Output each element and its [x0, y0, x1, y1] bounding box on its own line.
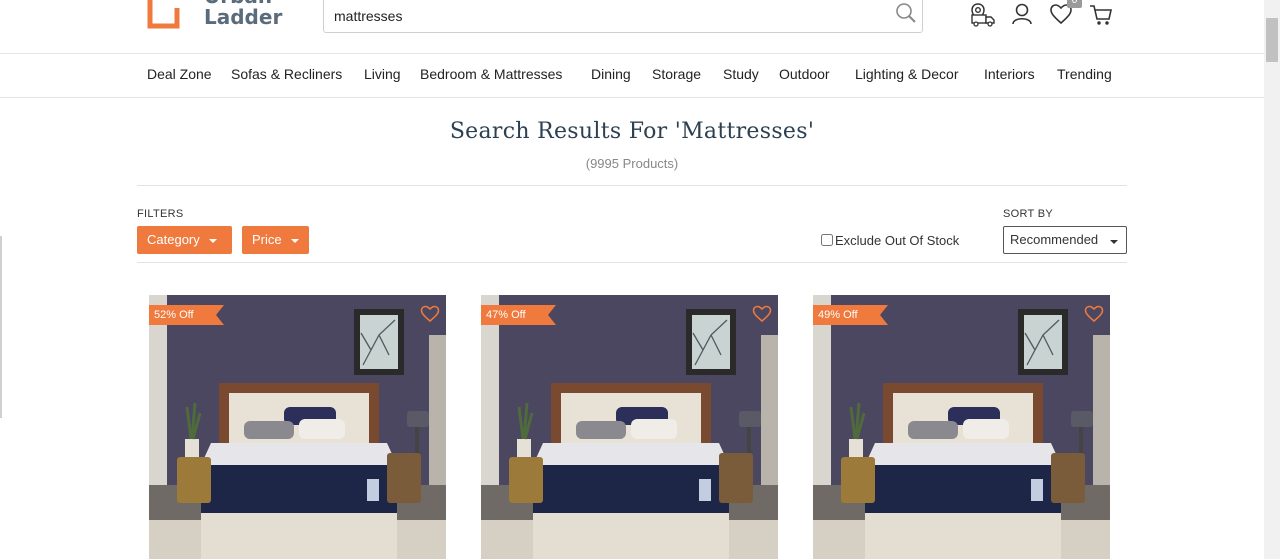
exclude-out-of-stock[interactable]: Exclude Out Of Stock — [821, 233, 959, 248]
cart-icon[interactable] — [1089, 2, 1113, 28]
price-filter-label: Price — [252, 232, 282, 247]
page-title: Search Results For 'Mattresses' — [449, 119, 815, 144]
search-box[interactable] — [323, 0, 923, 33]
product-image — [813, 295, 1110, 559]
chevron-down-icon — [1110, 240, 1118, 244]
nav-item-living[interactable]: Living — [364, 66, 401, 82]
wishlist-heart-icon[interactable] — [1084, 305, 1104, 323]
page-scrollbar[interactable] — [1264, 0, 1280, 559]
discount-label: 47% Off — [486, 309, 526, 321]
nav-item-deal-zone[interactable]: Deal Zone — [147, 66, 212, 82]
nav-item-trending[interactable]: Trending — [1057, 66, 1112, 82]
nav-item-storage[interactable]: Storage — [652, 66, 701, 82]
nav-item-study[interactable]: Study — [723, 66, 759, 82]
divider — [137, 185, 1127, 186]
discount-ribbon: 47% Off — [481, 305, 556, 325]
logo-mark-icon — [147, 0, 180, 29]
brand-name: Urban Ladder — [204, 0, 283, 29]
wishlist-count-badge: 0 — [1067, 0, 1082, 8]
store-locator-icon[interactable] — [969, 2, 997, 28]
wishlist-heart-icon[interactable] — [752, 305, 772, 323]
side-panel-edge — [0, 236, 2, 418]
category-filter-label: Category — [147, 232, 200, 247]
brand-logo[interactable]: Urban Ladder — [147, 0, 287, 32]
search-input[interactable] — [334, 5, 874, 27]
divider — [137, 262, 1127, 263]
chevron-down-icon — [290, 238, 299, 243]
sort-selected-value: Recommended — [1010, 232, 1099, 247]
product-card[interactable]: 49% Off — [813, 295, 1110, 559]
exclude-out-of-stock-checkbox[interactable] — [821, 234, 833, 246]
product-card[interactable]: 52% Off — [149, 295, 446, 559]
product-card[interactable]: 47% Off — [481, 295, 778, 559]
scrollbar-thumb[interactable] — [1266, 18, 1278, 62]
category-filter-button[interactable]: Category — [137, 226, 232, 254]
product-image — [481, 295, 778, 559]
sort-by-label: SORT BY — [1003, 208, 1053, 220]
discount-label: 52% Off — [154, 309, 194, 321]
user-icon[interactable] — [1011, 2, 1033, 28]
discount-ribbon: 52% Off — [149, 305, 224, 325]
nav-item-lighting-decor[interactable]: Lighting & Decor — [855, 66, 959, 82]
search-icon[interactable] — [894, 1, 918, 25]
main-nav: Deal Zone Sofas & Recliners Living Bedro… — [0, 54, 1264, 98]
exclude-out-of-stock-label: Exclude Out Of Stock — [835, 233, 960, 248]
chevron-down-icon — [208, 238, 217, 243]
nav-item-sofas-recliners[interactable]: Sofas & Recliners — [231, 66, 342, 82]
site-header: Urban Ladder 0 — [0, 0, 1264, 54]
discount-label: 49% Off — [818, 309, 858, 321]
sort-select[interactable]: Recommended — [1003, 226, 1127, 254]
product-image — [149, 295, 446, 559]
nav-item-outdoor[interactable]: Outdoor — [779, 66, 830, 82]
nav-item-bedroom-mattresses[interactable]: Bedroom & Mattresses — [420, 66, 562, 82]
price-filter-button[interactable]: Price — [242, 226, 309, 254]
nav-item-dining[interactable]: Dining — [591, 66, 631, 82]
filters-label: FILTERS — [137, 208, 184, 220]
discount-ribbon: 49% Off — [813, 305, 888, 325]
results-count: (9995 Products) — [585, 156, 679, 171]
nav-item-interiors[interactable]: Interiors — [984, 66, 1035, 82]
wishlist-heart-icon[interactable] — [420, 305, 440, 323]
